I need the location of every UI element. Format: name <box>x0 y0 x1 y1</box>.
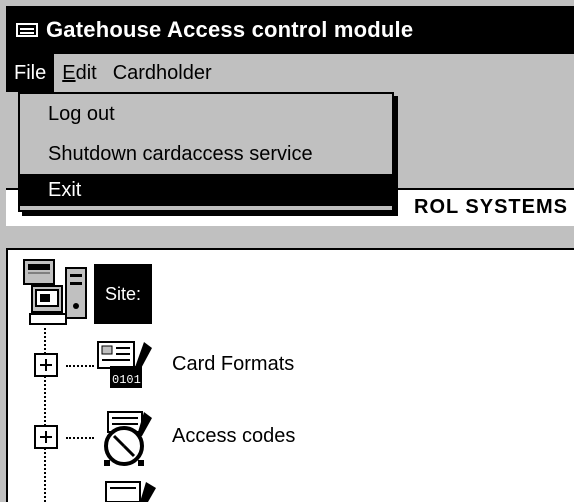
banner-text: ROL SYSTEMS <box>414 196 568 218</box>
card-formats-icon: 0101 <box>97 341 152 388</box>
menu-item-log-out[interactable]: Log out <box>20 98 392 130</box>
menu-edit[interactable]: Edit <box>54 54 104 92</box>
title-bar[interactable]: Gatehouse Access control module <box>6 6 574 54</box>
menu-file[interactable]: File <box>6 54 55 92</box>
tree-connector <box>66 365 94 367</box>
site-computer-icon <box>23 259 87 325</box>
expand-card-formats-icon[interactable] <box>34 353 58 377</box>
access-codes-icon <box>104 411 152 466</box>
expand-access-codes-icon[interactable] <box>34 425 58 449</box>
separator-bar <box>6 226 574 250</box>
tree-connector <box>66 437 94 439</box>
menu-edit-rest: dit <box>75 62 97 84</box>
app-menu-icon[interactable] <box>16 23 38 37</box>
menu-bar: File Edit Cardholder <box>6 54 574 92</box>
tree-node-access-codes[interactable]: Access codes <box>172 425 295 448</box>
menu-edit-mnemonic: E <box>62 62 76 84</box>
tree-node-card-formats[interactable]: Card Formats <box>172 353 294 376</box>
menu-item-shutdown-service[interactable]: Shutdown cardaccess service <box>20 138 392 170</box>
file-menu-dropdown: Log out Shutdown cardaccess service Exit <box>18 92 394 212</box>
menu-cardholder[interactable]: Cardholder <box>105 54 220 92</box>
window-title: Gatehouse Access control module <box>46 17 414 42</box>
tree-node-partial-icon <box>105 481 156 502</box>
menu-item-exit[interactable]: Exit <box>20 174 392 206</box>
tree-root-site[interactable]: Site: <box>94 264 152 324</box>
svg-text:0101: 0101 <box>112 373 141 387</box>
app-window: Gatehouse Access control module File Edi… <box>0 0 574 502</box>
